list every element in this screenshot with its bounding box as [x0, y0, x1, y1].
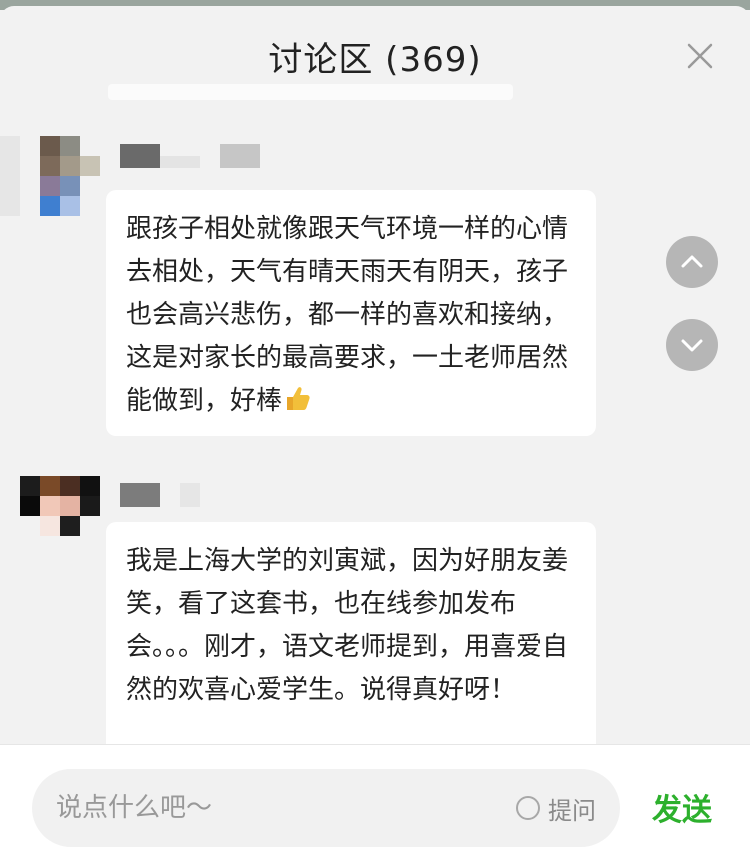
close-icon[interactable]: [684, 40, 716, 72]
panel-header: 讨论区 (369): [0, 6, 750, 106]
scroll-down-button[interactable]: [666, 319, 718, 371]
blurred-content: [108, 84, 513, 100]
avatar[interactable]: [20, 476, 100, 556]
thumbs-up-icon: [282, 383, 312, 413]
username-blurred: [120, 144, 160, 168]
comment-input[interactable]: [56, 769, 496, 847]
scroll-up-button[interactable]: [666, 236, 718, 288]
comment-bubble: 跟孩子相处就像跟天气环境一样的心情去相处，天气有晴天雨天有阴天，孩子也会高兴悲伤…: [106, 190, 596, 436]
avatar[interactable]: [0, 136, 100, 216]
page-title: 讨论区 (369): [268, 40, 482, 80]
discussion-panel: 讨论区 (369) 跟孩子相处就像跟天气环境一样的心情去相处，天气有晴天雨天有阴…: [0, 6, 750, 861]
send-button[interactable]: 发送: [652, 785, 712, 829]
chevron-down-icon: [681, 339, 703, 352]
comment-bubble: 我是上海大学的刘寅斌，因为好朋友姜笑，看了这套书，也在线参加发布会。。。刚才，语…: [106, 522, 596, 746]
username-blurred: [120, 483, 160, 507]
chevron-up-icon: [681, 255, 703, 268]
username-blurred: [220, 144, 260, 168]
ask-question-toggle[interactable]: 提问: [516, 792, 596, 825]
comment-text: 我是上海大学的刘寅斌，因为好朋友姜笑，看了这套书，也在线参加发布会。。。刚才，语…: [126, 546, 569, 705]
username-blurred: [160, 156, 200, 168]
comment-text: 跟孩子相处就像跟天气环境一样的心情去相处，天气有晴天雨天有阴天，孩子也会高兴悲伤…: [126, 214, 569, 416]
ask-label: 提问: [548, 796, 596, 825]
comment-input-box[interactable]: 提问: [32, 769, 620, 847]
comment-feed[interactable]: 跟孩子相处就像跟天气环境一样的心情去相处，天气有晴天雨天有阴天，孩子也会高兴悲伤…: [0, 106, 750, 746]
username-blurred: [180, 483, 200, 507]
comment-composer: 提问 发送: [0, 744, 750, 861]
radio-icon[interactable]: [516, 796, 540, 820]
